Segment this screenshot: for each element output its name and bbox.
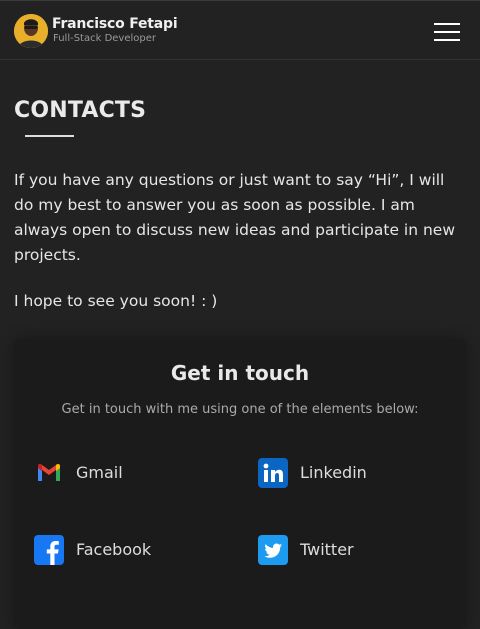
hamburger-menu-button[interactable]	[434, 22, 462, 42]
get-in-touch-card: Get in touch Get in touch with me using …	[14, 339, 466, 629]
intro-paragraph: If you have any questions or just want t…	[14, 171, 456, 264]
linkedin-label: Linkedin	[300, 463, 367, 482]
card-subtitle: Get in touch with me using one of the el…	[61, 402, 419, 417]
twitter-link[interactable]: Twitter	[258, 535, 438, 567]
card-title: Get in touch	[170, 361, 310, 385]
menu-bar-icon	[434, 39, 460, 41]
title-underline	[25, 135, 74, 137]
twitter-label: Twitter	[300, 540, 354, 559]
facebook-link[interactable]: Facebook	[34, 535, 214, 567]
avatar[interactable]	[14, 14, 48, 48]
page-title: CONTACTS	[14, 98, 147, 123]
menu-bar-icon	[434, 23, 460, 25]
top-navbar: Francisco Fetapi Full-Stack Developer	[0, 1, 480, 60]
gmail-link[interactable]: Gmail	[34, 458, 214, 490]
brand-role: Full-Stack Developer	[53, 33, 157, 44]
twitter-icon	[258, 535, 288, 565]
menu-bar-icon	[434, 31, 460, 33]
facebook-label: Facebook	[76, 540, 152, 559]
closing-paragraph: I hope to see you soon! : )	[14, 292, 218, 310]
linkedin-link[interactable]: Linkedin	[258, 458, 438, 490]
facebook-icon	[34, 535, 64, 565]
gmail-icon	[38, 463, 60, 481]
linkedin-icon	[258, 458, 288, 488]
avatar-portrait	[14, 14, 48, 48]
gmail-label: Gmail	[76, 463, 123, 482]
brand-name[interactable]: Francisco Fetapi	[52, 16, 178, 32]
